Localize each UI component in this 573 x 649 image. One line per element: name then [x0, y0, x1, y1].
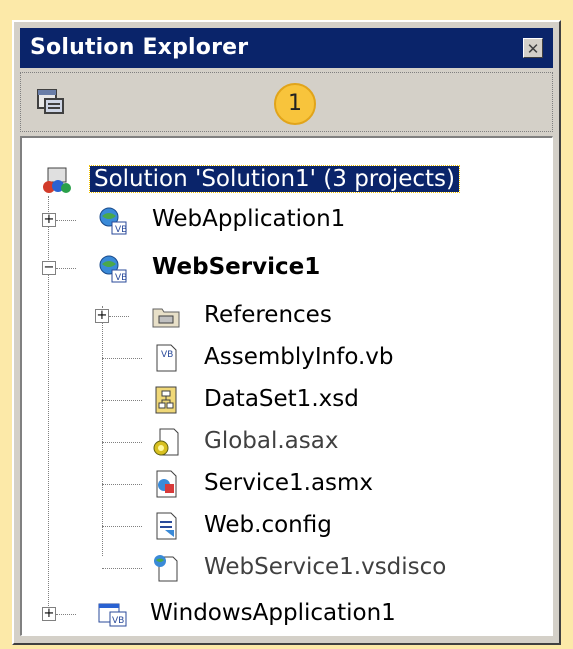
collapse-button[interactable]: − — [42, 261, 56, 275]
window-title: Solution Explorer — [30, 35, 249, 60]
file-label: Global.asax — [204, 428, 339, 454]
tree-line — [48, 196, 49, 614]
svg-text:VB: VB — [115, 273, 127, 283]
solution-icon — [43, 167, 71, 193]
tree-line — [102, 442, 142, 443]
tree-line — [102, 358, 142, 359]
windows-project-icon: VB — [98, 603, 127, 627]
web-project-icon: VB — [99, 207, 127, 235]
svg-text:VB: VB — [115, 225, 127, 235]
asmx-file-icon — [156, 470, 177, 498]
project-label: WindowsApplication1 — [150, 600, 396, 626]
close-button[interactable]: ✕ — [523, 38, 543, 58]
tree-line — [102, 484, 142, 485]
expand-button[interactable]: + — [42, 213, 56, 227]
tree-line — [56, 220, 76, 221]
file-label: AssemblyInfo.vb — [204, 344, 394, 370]
file-label: WebService1.vsdisco — [204, 554, 447, 580]
web-service-project-icon: VB — [99, 255, 127, 283]
project-label: WebApplication1 — [152, 206, 346, 232]
solution-explorer-window: Solution Explorer ✕ 1 Solution 'Solution… — [12, 20, 561, 645]
solution-label: Solution 'Solution1' (3 projects) — [89, 165, 460, 193]
title-bar: Solution Explorer ✕ — [20, 28, 553, 68]
project-label: WebService1 — [152, 254, 321, 280]
file-label: Web.config — [204, 512, 332, 538]
file-label: Service1.asmx — [204, 470, 374, 496]
file-label: References — [204, 302, 332, 328]
svg-text:VB: VB — [112, 616, 124, 626]
tree-line — [102, 526, 142, 527]
solution-tree: Solution 'Solution1' (3 projects) + VB W… — [20, 136, 553, 636]
svg-text:VB: VB — [161, 350, 173, 360]
tree-line — [102, 568, 142, 569]
expand-button[interactable]: + — [95, 309, 109, 323]
tree-line — [109, 316, 129, 317]
tree-line — [102, 306, 103, 556]
tree-line — [56, 614, 76, 615]
config-file-icon — [156, 512, 177, 540]
toolbar: 1 — [20, 72, 553, 132]
tree-line — [56, 268, 76, 269]
file-label: DataSet1.xsd — [204, 386, 359, 412]
expand-button[interactable]: + — [42, 607, 56, 621]
xsd-file-icon — [155, 386, 177, 414]
vsdisco-file-icon — [154, 555, 178, 582]
properties-icon[interactable] — [35, 87, 65, 117]
callout-badge: 1 — [274, 83, 316, 125]
tree-line — [102, 400, 142, 401]
close-icon: ✕ — [526, 40, 540, 58]
vb-file-icon: VB — [156, 344, 177, 372]
asax-file-icon — [153, 428, 179, 456]
references-folder-icon — [152, 308, 180, 328]
